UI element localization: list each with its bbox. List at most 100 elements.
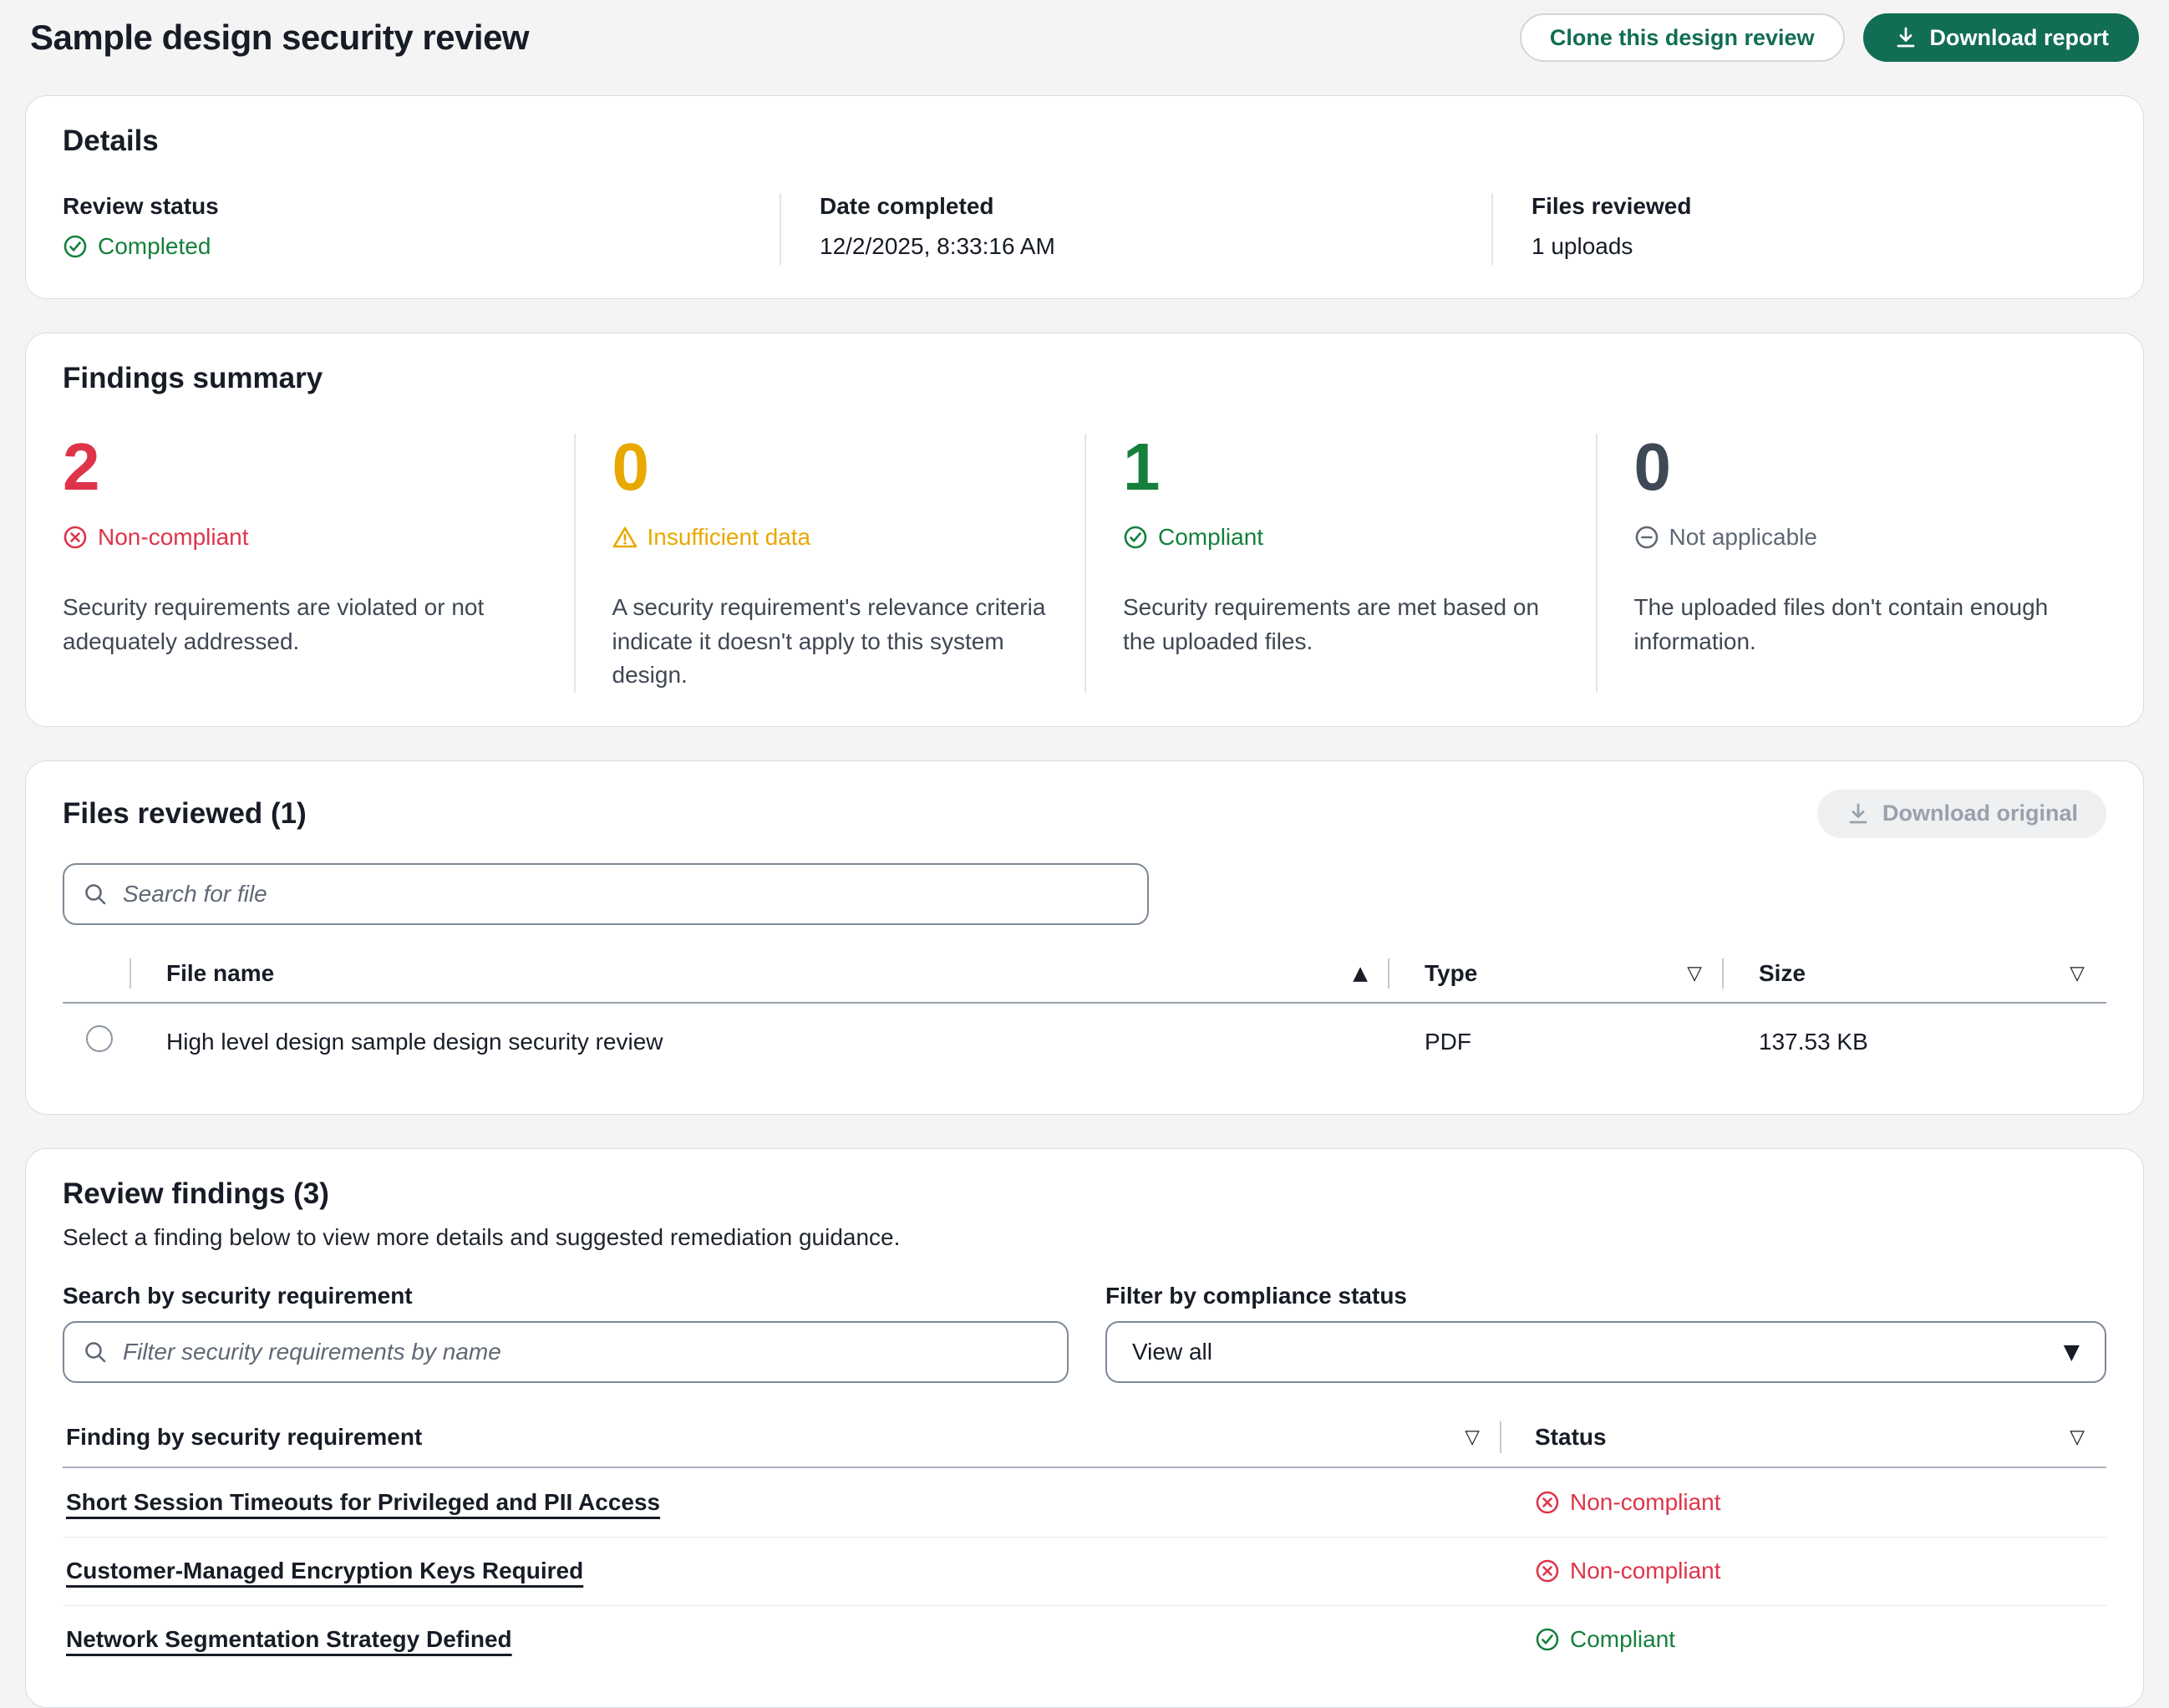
summary-description: Security requirements are violated or no… (63, 591, 536, 658)
page-title: Sample design security review (30, 18, 529, 58)
column-header-size[interactable]: Size ▽ (1724, 945, 2106, 1002)
summary-count: 0 (612, 434, 1047, 501)
column-header-type[interactable]: Type ▽ (1389, 945, 1724, 1002)
download-report-label: Download report (1930, 25, 2110, 51)
check-circle-icon (1123, 525, 1148, 550)
status-badge: Compliant (1501, 1626, 2106, 1653)
status-badge: Completed (63, 233, 211, 260)
file-row-radio[interactable] (86, 1025, 113, 1052)
table-row: High level design sample design security… (63, 1004, 2106, 1080)
status-text: Non-compliant (1570, 1558, 1721, 1584)
clone-review-button[interactable]: Clone this design review (1520, 13, 1845, 62)
finding-link[interactable]: Short Session Timeouts for Privileged an… (63, 1489, 660, 1515)
column-header-finding[interactable]: Finding by security requirement ▽ (63, 1408, 1501, 1467)
column-label: File name (166, 960, 274, 987)
files-reviewed-card: Files reviewed (1) Download original Fil… (25, 760, 2144, 1115)
sort-unsorted-icon: ▽ (1687, 963, 1702, 984)
status-text: Non-compliant (98, 524, 249, 551)
summary-non-compliant: 2 Non-compliant Security requirements ar… (63, 434, 574, 693)
table-row: Network Segmentation Strategy Defined Co… (63, 1605, 2106, 1674)
filter-field-group: Filter by compliance status View all ▼ (1105, 1283, 2106, 1383)
file-name-cell: High level design sample design security… (131, 1029, 1389, 1055)
sort-unsorted-icon: ▽ (2070, 1426, 2085, 1448)
check-circle-icon (63, 234, 88, 259)
review-findings-heading: Review findings (3) (63, 1177, 2106, 1211)
status-text: Insufficient data (648, 524, 811, 551)
files-reviewed-heading: Files reviewed (1) (63, 797, 307, 831)
select-value: View all (1132, 1339, 1212, 1365)
download-icon (1846, 801, 1871, 826)
download-original-button[interactable]: Download original (1817, 790, 2106, 838)
column-label: Status (1535, 1424, 1607, 1451)
summary-insufficient-data: 0 Insufficient data A security requireme… (574, 434, 1085, 693)
status-text: Non-compliant (1570, 1489, 1721, 1516)
column-header-selection (63, 945, 131, 1002)
finding-link[interactable]: Network Segmentation Strategy Defined (63, 1626, 512, 1652)
status-text: Compliant (1158, 524, 1263, 551)
check-circle-icon (1535, 1627, 1560, 1652)
search-icon (83, 882, 108, 907)
header-actions: Clone this design review Download report (1520, 13, 2139, 62)
summary-compliant: 1 Compliant Security requirements are me… (1084, 434, 1596, 693)
summary-count: 1 (1123, 434, 1557, 501)
detail-date-completed: Date completed 12/2/2025, 8:33:16 AM (780, 193, 1491, 265)
table-row: Customer-Managed Encryption Keys Require… (63, 1537, 2106, 1605)
detail-files-reviewed: Files reviewed 1 uploads (1491, 193, 2106, 265)
table-row: Short Session Timeouts for Privileged an… (63, 1468, 2106, 1537)
column-header-status[interactable]: Status ▽ (1501, 1408, 2106, 1467)
review-findings-subtitle: Select a finding below to view more deta… (63, 1224, 2106, 1251)
findings-filters: Search by security requirement Filter by… (63, 1283, 2106, 1383)
x-circle-icon (1535, 1558, 1560, 1583)
details-heading: Details (63, 125, 2106, 158)
summary-count: 2 (63, 434, 536, 501)
compliance-status-select[interactable]: View all ▼ (1105, 1321, 2106, 1383)
summary-count: 0 (1634, 434, 2069, 501)
detail-label: Date completed (820, 193, 1458, 220)
summary-description: A security requirement's relevance crite… (612, 591, 1047, 693)
download-original-label: Download original (1882, 801, 2078, 826)
search-field-group: Search by security requirement (63, 1283, 1069, 1383)
status-badge: Non-compliant (1501, 1489, 2106, 1516)
file-search-box (63, 863, 1149, 925)
x-circle-icon (63, 525, 88, 550)
status-text: Compliant (1570, 1626, 1675, 1653)
files-table-header: File name ▲ Type ▽ Size ▽ (63, 945, 2106, 1004)
page-header: Sample design security review Clone this… (25, 0, 2144, 62)
summary-description: Security requirements are met based on t… (1123, 591, 1557, 658)
detail-value: 1 uploads (1532, 233, 2073, 260)
file-size-cell: 137.53 KB (1724, 1029, 2106, 1055)
summary-description: The uploaded files don't contain enough … (1634, 591, 2069, 658)
files-reviewed-header-row: Files reviewed (1) Download original (63, 790, 2106, 838)
status-badge: Not applicable (1634, 524, 1817, 551)
sort-ascending-icon: ▲ (1353, 963, 1368, 984)
search-field-label: Search by security requirement (63, 1283, 1069, 1309)
detail-value: 12/2/2025, 8:33:16 AM (820, 233, 1458, 260)
findings-table-header: Finding by security requirement ▽ Status… (63, 1408, 2106, 1468)
file-type-cell: PDF (1389, 1029, 1724, 1055)
column-header-file-name[interactable]: File name ▲ (131, 945, 1389, 1002)
detail-label: Files reviewed (1532, 193, 2073, 220)
column-label: Type (1425, 960, 1477, 987)
search-icon (83, 1339, 108, 1365)
findings-summary-heading: Findings summary (63, 362, 2106, 395)
sort-unsorted-icon: ▽ (1465, 1426, 1480, 1448)
x-circle-icon (1535, 1490, 1560, 1515)
minus-circle-icon (1634, 525, 1659, 550)
status-badge: Non-compliant (1501, 1558, 2106, 1584)
column-label: Size (1759, 960, 1806, 987)
details-grid: Review status Completed Date completed 1… (63, 193, 2106, 265)
status-badge: Compliant (1123, 524, 1263, 551)
download-report-button[interactable]: Download report (1863, 13, 2140, 62)
sort-unsorted-icon: ▽ (2070, 963, 2085, 984)
column-label: Finding by security requirement (66, 1424, 422, 1451)
status-text: Not applicable (1669, 524, 1817, 551)
file-search-input[interactable] (121, 880, 1129, 908)
warning-triangle-icon (612, 525, 637, 550)
chevron-down-icon: ▼ (2064, 1339, 2080, 1364)
detail-label: Review status (63, 193, 746, 220)
download-icon (1893, 25, 1918, 50)
finding-link[interactable]: Customer-Managed Encryption Keys Require… (63, 1558, 583, 1583)
requirement-search-input[interactable] (121, 1338, 1049, 1366)
status-badge: Insufficient data (612, 524, 811, 551)
page: Sample design security review Clone this… (0, 0, 2169, 1708)
